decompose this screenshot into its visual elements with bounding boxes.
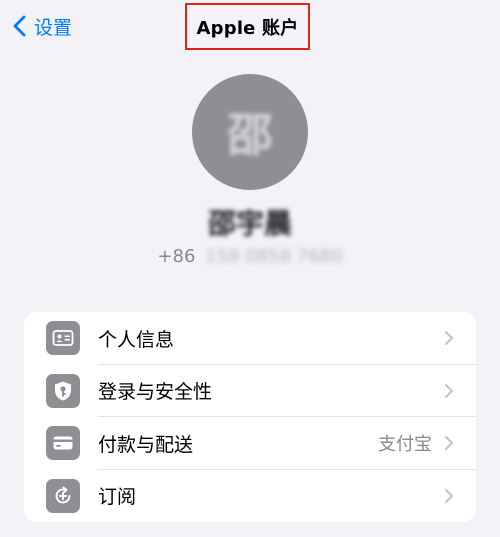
person-card-icon: [46, 321, 80, 355]
menu-item-sign-in-security[interactable]: 登录与安全性: [24, 365, 476, 417]
key-shield-icon: [46, 373, 80, 408]
menu-item-subscriptions[interactable]: 订阅: [24, 470, 476, 523]
chevron-right-icon: [445, 331, 453, 346]
account-phone: +86 158 0858 7680: [0, 246, 500, 267]
phone-country-code: +86: [157, 246, 196, 267]
chevron-left-icon: [13, 15, 26, 37]
menu-item-value: 支付宝: [378, 434, 432, 456]
account-menu-card: 个人信息 登录与安全性 付款与配送 支付宝 订阅: [24, 312, 476, 522]
menu-item-label: 个人信息: [98, 328, 175, 351]
menu-item-label: 付款与配送: [98, 433, 194, 456]
avatar-initial: 邵: [227, 108, 273, 162]
subscription-icon: [46, 478, 80, 513]
phone-number: 158 0858 7680: [205, 246, 343, 267]
menu-item-label: 订阅: [98, 486, 137, 509]
page-title: Apple 账户: [196, 17, 299, 39]
account-name: 邵宇晨: [207, 207, 292, 240]
chevron-right-icon: [445, 488, 453, 503]
menu-item-payment-shipping[interactable]: 付款与配送 支付宝: [24, 417, 476, 470]
back-button[interactable]: 设置: [12, 12, 72, 40]
chevron-right-icon: [445, 383, 453, 398]
back-label: 设置: [34, 16, 73, 39]
avatar[interactable]: 邵: [192, 74, 308, 190]
menu-item-personal-info[interactable]: 个人信息: [24, 312, 476, 365]
chevron-right-icon: [445, 436, 453, 451]
credit-card-icon: [46, 426, 80, 460]
navigation-bar: 设置 Apple 账户: [0, 0, 500, 52]
menu-item-label: 登录与安全性: [98, 381, 213, 404]
title-highlight-box: Apple 账户: [185, 3, 310, 50]
